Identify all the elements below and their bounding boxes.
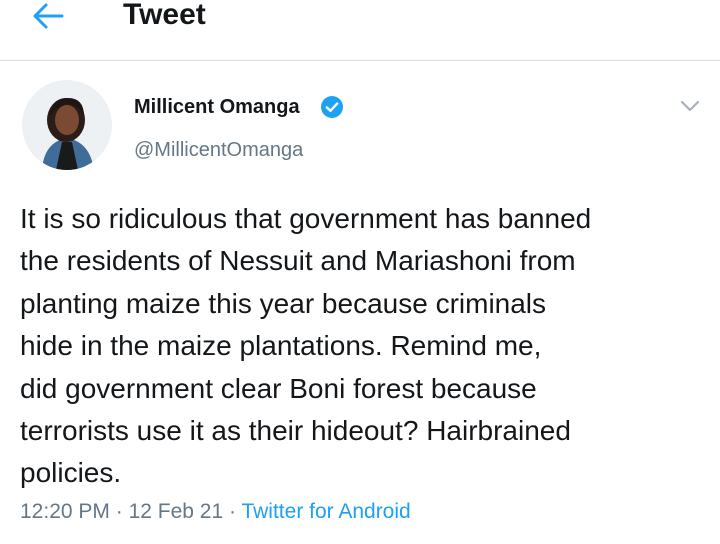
avatar[interactable] [22,80,112,170]
chevron-down-icon [680,100,700,112]
meta-separator-2: · [229,500,236,523]
top-bar: Tweet [0,0,720,61]
verified-badge-icon [321,96,343,118]
meta-separator: · [115,500,123,523]
tweet-date: 12 Feb 21 [128,500,224,523]
display-name[interactable]: Millicent Omanga [134,94,300,120]
arrow-left-icon [33,3,64,29]
tweet-menu-button[interactable] [676,94,704,118]
back-button[interactable] [28,0,68,32]
page-title: Tweet [123,0,206,31]
tweet-meta: 12:20 PM · 12 Feb 21 · Twitter for Andro… [20,498,411,526]
tweet-time: 12:20 PM [20,500,110,523]
user-handle[interactable]: @MillicentOmanga [134,137,303,163]
tweet-text: It is so ridiculous that government has … [20,203,592,489]
tweet-source-link[interactable]: Twitter for Android [241,500,410,523]
